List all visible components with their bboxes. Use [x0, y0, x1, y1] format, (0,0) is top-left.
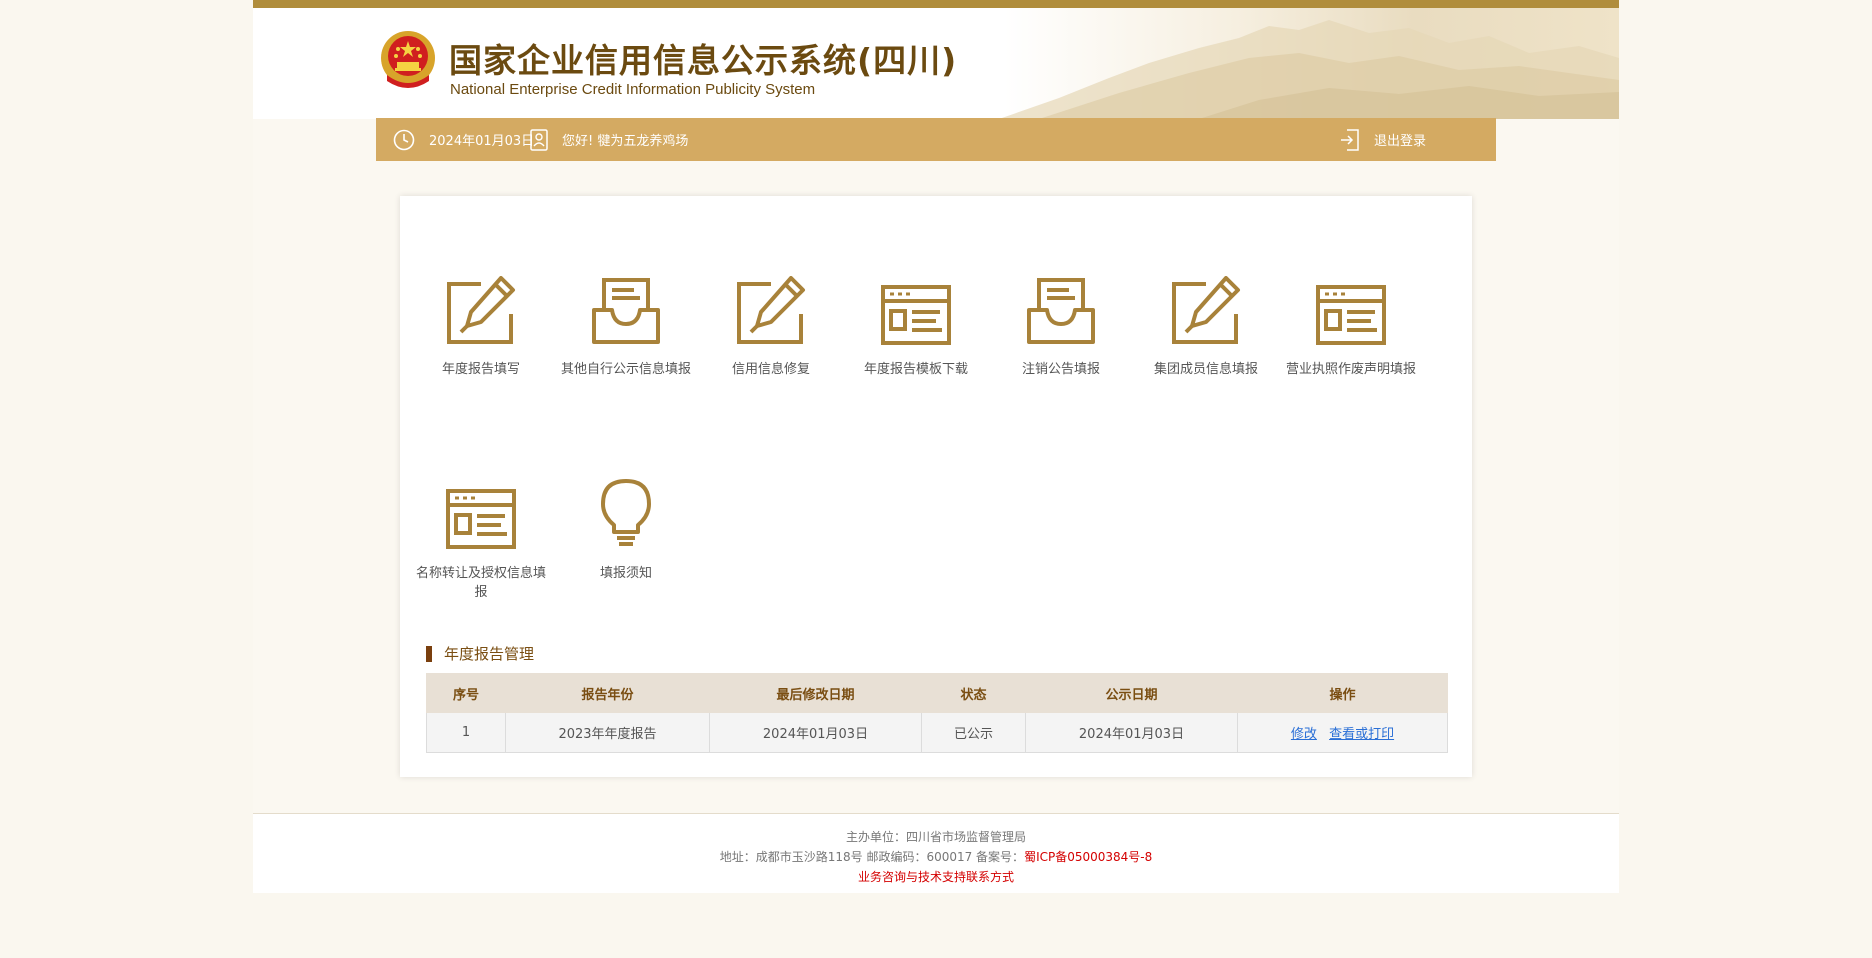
user-badge-icon	[530, 128, 548, 151]
cell-index: 1	[426, 712, 506, 753]
view-print-link[interactable]: 查看或打印	[1329, 727, 1394, 742]
cell-status: 已公示	[921, 712, 1026, 753]
greeting-text: 您好! 犍为五龙养鸡场	[562, 134, 689, 149]
logout-label: 退出登录	[1374, 134, 1427, 149]
site-header: 国家企业信用信息公示系统(四川) National Enterprise Cre…	[253, 8, 1619, 119]
logout-icon	[1341, 128, 1359, 151]
edit-pencil-icon	[1172, 276, 1240, 344]
main-card: 年度报告填写 其他自行公示信息填报 信用信息修复 年度报告模板下载 注销公告填报…	[400, 196, 1472, 777]
tile-license-void-statement[interactable]: 营业执照作废声明填报	[1278, 266, 1424, 379]
tile-template-download[interactable]: 年度报告模板下载	[843, 266, 989, 379]
date-display: 2024年01月03日	[393, 118, 534, 161]
column-header: 报告年份	[505, 673, 710, 713]
edit-link[interactable]: 修改	[1291, 727, 1317, 742]
lightbulb-icon	[601, 479, 651, 546]
national-emblem-icon	[381, 31, 435, 88]
tile-annual-report-fill[interactable]: 年度报告填写	[408, 266, 554, 379]
tile-other-self-disclosure[interactable]: 其他自行公示信息填报	[553, 266, 699, 379]
top-strip	[253, 0, 1619, 8]
footer-address-line: 地址：成都市玉沙路118号 邮政编码：600017 备案号：蜀ICP备05000…	[253, 848, 1619, 865]
tile-label: 年度报告模板下载	[863, 362, 968, 377]
tile-label: 集团成员信息填报	[1153, 362, 1258, 377]
column-header: 状态	[921, 673, 1026, 713]
table-header-row: 序号 报告年份 最后修改日期 状态 公示日期 操作	[426, 673, 1448, 713]
table-row: 1 2023年年度报告 2024年01月03日 已公示 2024年01月03日 …	[426, 712, 1448, 753]
cell-published-date: 2024年01月03日	[1025, 712, 1238, 753]
user-bar: 2024年01月03日 您好! 犍为五龙养鸡场 退出登录	[376, 118, 1496, 161]
tile-label: 营业执照作废声明填报	[1285, 362, 1416, 377]
column-header: 操作	[1237, 673, 1448, 713]
site-title: 国家企业信用信息公示系统(四川)	[449, 41, 958, 80]
tile-label: 年度报告填写	[441, 362, 520, 377]
tile-label: 填报须知	[599, 566, 652, 581]
tile-label: 名称转让及授权信息填报	[415, 566, 546, 600]
user-greeting: 您好! 犍为五龙养鸡场	[530, 118, 688, 161]
mountain-landscape-decoration	[999, 20, 1619, 119]
cell-report-year: 2023年年度报告	[505, 712, 710, 753]
inbox-document-icon	[1027, 278, 1095, 344]
clock-icon	[393, 129, 415, 150]
tile-name-transfer-authorization[interactable]: 名称转让及授权信息填报	[408, 470, 554, 602]
footer-icp-link[interactable]: 蜀ICP备05000384号-8	[1024, 850, 1152, 864]
footer-support-link[interactable]: 业务咨询与技术支持联系方式	[253, 868, 1619, 885]
page: 国家企业信用信息公示系统(四川) National Enterprise Cre…	[253, 0, 1619, 893]
cell-actions: 修改 查看或打印	[1237, 712, 1448, 753]
edit-pencil-icon	[737, 276, 805, 344]
current-date: 2024年01月03日	[429, 134, 535, 149]
cell-modified-date: 2024年01月03日	[709, 712, 922, 753]
site-title-english: National Enterprise Credit Information P…	[450, 81, 816, 98]
logout-button[interactable]: 退出登录	[1340, 118, 1426, 161]
annual-report-table: 序号 报告年份 最后修改日期 状态 公示日期 操作 1 2023年年度报告 20…	[426, 673, 1448, 753]
edit-pencil-icon	[447, 276, 515, 344]
tile-deregistration-notice[interactable]: 注销公告填报	[988, 266, 1134, 379]
window-list-icon	[446, 489, 516, 549]
footer-address: 地址：成都市玉沙路118号 邮政编码：600017 备案号：	[719, 850, 1025, 864]
column-header: 公示日期	[1025, 673, 1238, 713]
tile-label: 注销公告填报	[1021, 362, 1100, 377]
tile-label: 其他自行公示信息填报	[560, 362, 691, 377]
column-header: 最后修改日期	[709, 673, 922, 713]
column-header: 序号	[426, 673, 506, 713]
site-footer: 主办单位：四川省市场监督管理局 地址：成都市玉沙路118号 邮政编码：60001…	[253, 813, 1619, 893]
tile-group-member-info[interactable]: 集团成员信息填报	[1133, 266, 1279, 379]
section-title-annual-report: 年度报告管理	[426, 646, 534, 662]
window-list-icon	[881, 285, 951, 345]
window-list-icon	[1316, 285, 1386, 345]
inbox-document-icon	[592, 278, 660, 344]
footer-sponsor: 主办单位：四川省市场监督管理局	[845, 830, 1026, 844]
tile-filing-instructions[interactable]: 填报须知	[553, 470, 699, 583]
tile-credit-repair[interactable]: 信用信息修复	[698, 266, 844, 379]
tile-label: 信用信息修复	[731, 362, 810, 377]
